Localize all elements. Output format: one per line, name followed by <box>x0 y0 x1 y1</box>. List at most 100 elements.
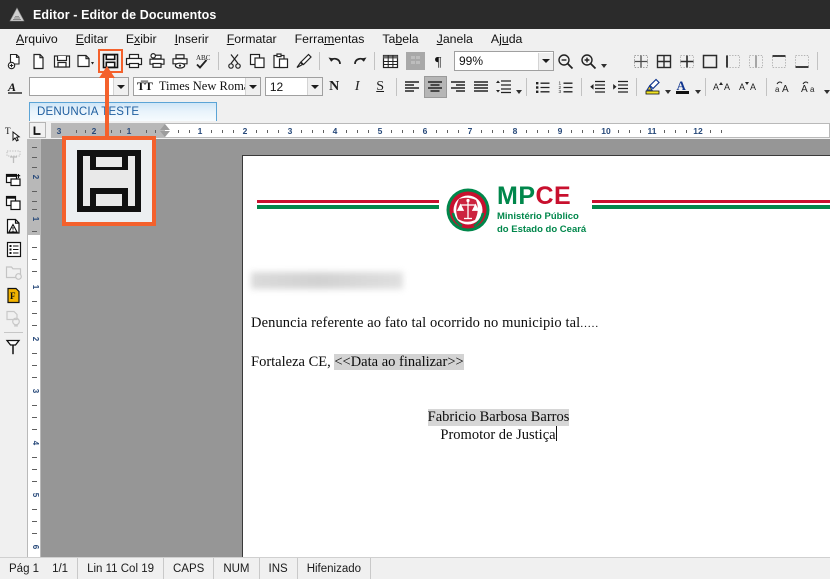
stamp-tool-icon[interactable] <box>2 336 25 358</box>
mpce-acronym-ce: CE <box>535 182 572 210</box>
menu-janela[interactable]: Janela <box>428 31 482 47</box>
zoom-dropdown-arrow[interactable] <box>538 52 553 70</box>
document-warning-icon[interactable] <box>2 215 25 237</box>
border-cross-icon[interactable] <box>675 50 698 72</box>
horizontal-ruler[interactable]: 3 2 1 1 2 3 4 5 6 7 8 9 10 11 12 <box>51 122 830 138</box>
text-highlight-icon[interactable] <box>641 76 664 98</box>
zoom-combo[interactable]: 99% <box>454 51 554 71</box>
paragraph-style-dropdown-arrow[interactable] <box>112 78 128 95</box>
vertical-ruler[interactable]: 2 1 1 2 3 4 5 6 <box>27 139 41 579</box>
highlight-field-icon[interactable]: F <box>2 284 25 306</box>
increase-indent-icon[interactable] <box>609 76 632 98</box>
cut-icon[interactable] <box>223 50 246 72</box>
table-shading-icon[interactable] <box>402 50 428 72</box>
border-top-icon[interactable] <box>767 50 790 72</box>
document-page[interactable]: MPCE Ministério Público do Estado do Cea… <box>242 155 830 579</box>
border-all-inside-icon[interactable] <box>629 50 652 72</box>
border-grid-icon[interactable] <box>652 50 675 72</box>
status-num[interactable]: NUM <box>214 557 260 579</box>
document-tab-label: DENUNCIA TESTE <box>37 106 140 118</box>
line-spacing-icon[interactable] <box>493 76 516 98</box>
numbered-list-icon[interactable]: 1 2 3 <box>554 76 577 98</box>
menu-exibir[interactable]: Exibir <box>117 31 166 47</box>
increase-font-size-icon[interactable]: A A <box>710 76 736 98</box>
border-right-icon[interactable] <box>744 50 767 72</box>
paste-icon[interactable] <box>269 50 292 72</box>
border-bottom-icon[interactable] <box>790 50 813 72</box>
tab-stop-left-icon[interactable] <box>29 122 46 138</box>
redo-icon[interactable] <box>347 50 370 72</box>
text-frame-icon[interactable] <box>2 146 25 168</box>
italic-button[interactable]: I <box>346 76 369 98</box>
menu-inserir[interactable]: Inserir <box>166 31 218 47</box>
copy-icon[interactable] <box>246 50 269 72</box>
undo-icon[interactable] <box>324 50 347 72</box>
font-color-dropdown-arrow[interactable] <box>694 76 701 98</box>
print-preview-icon[interactable] <box>168 50 191 72</box>
mpce-acronym: MPCE <box>497 182 571 210</box>
insert-table-icon[interactable] <box>379 50 402 72</box>
paragraph-style-combo[interactable] <box>28 77 129 96</box>
open-folder-icon[interactable] <box>50 50 73 72</box>
zoom-in-icon[interactable] <box>577 50 600 72</box>
folder-clock-icon[interactable] <box>2 261 25 283</box>
align-right-icon[interactable] <box>447 76 470 98</box>
pilcrow-icon[interactable]: ¶ <box>428 50 451 72</box>
zoom-more-arrow[interactable] <box>600 50 607 72</box>
bold-button[interactable]: N <box>323 76 346 98</box>
font-size-combo[interactable]: 12 <box>264 77 323 96</box>
paragraph-style-icon[interactable]: A <box>4 76 27 98</box>
menu-arquivo[interactable]: Arquivo <box>7 31 67 47</box>
menu-tabela[interactable]: Tabela <box>373 31 427 47</box>
decrease-indent-icon[interactable] <box>586 76 609 98</box>
uppercase-icon[interactable]: a A <box>771 76 797 98</box>
font-size-dropdown-arrow[interactable] <box>306 78 322 95</box>
toolbar-separator <box>766 77 768 96</box>
redacted-text-block <box>251 272 403 289</box>
insert-field-icon[interactable] <box>2 169 25 191</box>
seal-stamp-icon[interactable] <box>2 307 25 329</box>
highlight-dropdown-arrow[interactable] <box>664 76 671 98</box>
line-spacing-dropdown-arrow[interactable] <box>515 76 522 98</box>
signature-role: Promotor de Justiça <box>440 427 556 443</box>
status-ins[interactable]: INS <box>260 557 298 579</box>
format-painter-icon[interactable] <box>292 50 315 72</box>
print-setup-icon[interactable] <box>145 50 168 72</box>
new-document-icon[interactable] <box>4 50 27 72</box>
align-justify-icon[interactable] <box>470 76 493 98</box>
status-page: Pág 1 1/1 <box>0 557 79 579</box>
zoom-out-icon[interactable] <box>554 50 577 72</box>
spellcheck-icon[interactable]: ABC <box>191 50 214 72</box>
svg-text:A: A <box>713 82 719 92</box>
change-case-dropdown-arrow[interactable] <box>823 76 830 98</box>
align-left-icon[interactable] <box>401 76 424 98</box>
menu-editar[interactable]: Editar <box>67 31 117 47</box>
print-icon[interactable] <box>122 50 145 72</box>
border-box-icon[interactable] <box>698 50 721 72</box>
menu-ferramentas[interactable]: Ferramentas <box>286 31 374 47</box>
border-left-icon[interactable] <box>721 50 744 72</box>
bullet-list-icon[interactable] <box>531 76 554 98</box>
lowercase-icon[interactable]: A a <box>797 76 823 98</box>
status-caps[interactable]: CAPS <box>164 557 215 579</box>
duplicate-icon[interactable] <box>2 192 25 214</box>
underline-button[interactable]: S <box>369 76 392 98</box>
list-properties-icon[interactable] <box>2 238 25 260</box>
font-color-icon[interactable]: A <box>671 76 694 98</box>
document-tab[interactable]: DENUNCIA TESTE <box>29 102 217 121</box>
document-body[interactable]: Denuncia referente ao fato tal ocorrido … <box>243 272 830 444</box>
status-hyphen[interactable]: Hifenizado <box>298 557 372 579</box>
date-merge-field[interactable]: <<Data ao finalizar>> <box>334 354 464 370</box>
open-recent-icon[interactable] <box>73 50 99 72</box>
menu-formatar[interactable]: Formatar <box>218 31 286 47</box>
magnified-save-icon <box>62 136 156 226</box>
font-name-combo[interactable]: T͞T Times New Roma <box>132 77 261 96</box>
blank-page-icon[interactable] <box>27 50 50 72</box>
rail-separator <box>4 332 23 333</box>
font-name-dropdown-arrow[interactable] <box>244 78 260 95</box>
text-select-tool-icon[interactable]: T <box>2 123 25 145</box>
align-center-icon[interactable] <box>423 75 447 98</box>
toolbar-separator <box>817 52 818 70</box>
menu-ajuda[interactable]: Ajuda <box>482 31 531 47</box>
decrease-font-size-icon[interactable]: A A <box>736 76 762 98</box>
